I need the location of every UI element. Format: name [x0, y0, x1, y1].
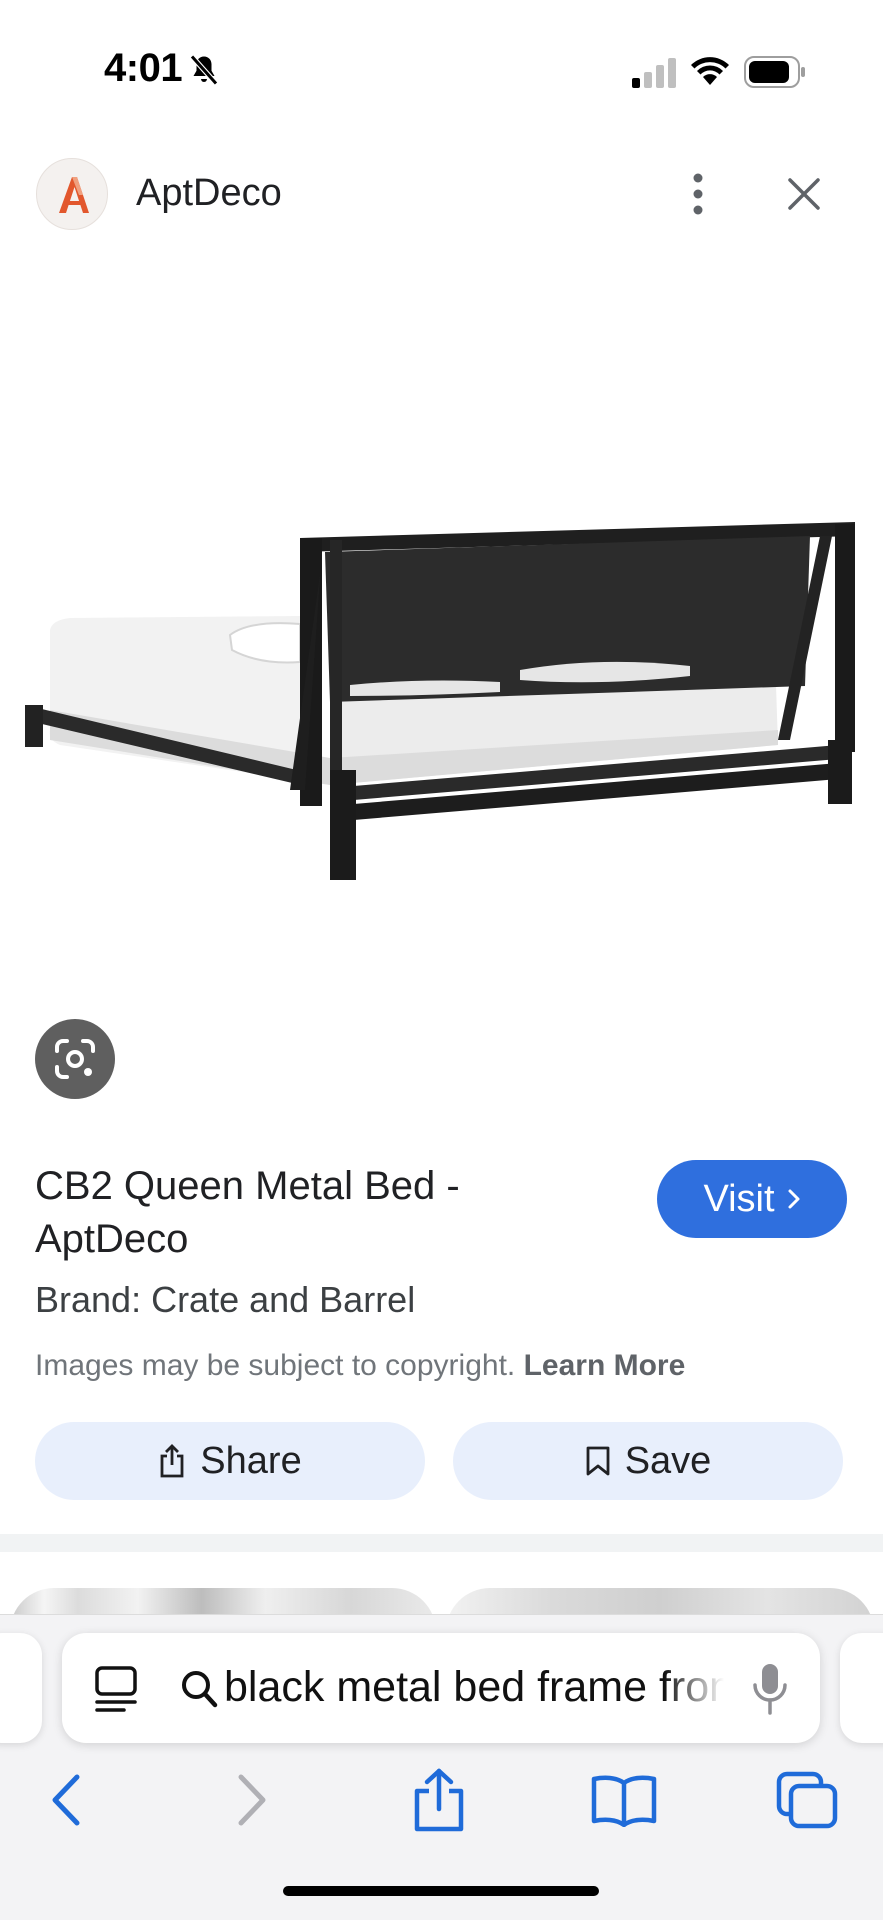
- learn-more-link[interactable]: Learn More: [524, 1349, 686, 1382]
- bell-slash-icon: [190, 54, 218, 86]
- result-header: AptDeco: [0, 150, 883, 240]
- google-lens-icon: [55, 1039, 95, 1079]
- cellular-signal-icon: [632, 58, 676, 88]
- browser-toolbar: black metal bed frame from crate and bar…: [0, 1614, 883, 1920]
- forward-icon: [238, 1774, 266, 1826]
- close-icon[interactable]: [784, 174, 824, 214]
- save-label: Save: [624, 1439, 712, 1482]
- bookmarks-button[interactable]: [586, 1765, 662, 1835]
- more-vertical-icon[interactable]: [680, 170, 716, 218]
- status-time: 4:01: [104, 46, 183, 90]
- battery-icon: [744, 56, 805, 88]
- share-label: Share: [200, 1439, 302, 1482]
- search-icon: [182, 1671, 218, 1708]
- forward-button[interactable]: [222, 1765, 282, 1835]
- product-title[interactable]: CB2 Queen Metal Bed - AptDeco: [35, 1160, 595, 1266]
- back-icon: [52, 1774, 80, 1826]
- chevron-right-icon: [788, 1189, 800, 1209]
- mic-icon[interactable]: [750, 1661, 790, 1717]
- previous-tab-preview[interactable]: [0, 1633, 42, 1743]
- bookmarks-icon: [591, 1775, 657, 1827]
- share-icon: [160, 1444, 184, 1478]
- brand-line: Brand: Crate and Barrel: [35, 1279, 416, 1320]
- copyright-text: Images may be subject to copyright.: [35, 1349, 516, 1382]
- address-text[interactable]: black metal bed frame from crate and bar…: [224, 1663, 724, 1712]
- visit-button[interactable]: Visit: [657, 1160, 847, 1238]
- home-indicator[interactable]: [283, 1886, 599, 1896]
- google-lens-button[interactable]: [35, 1019, 115, 1099]
- save-button[interactable]: Save: [453, 1422, 843, 1500]
- copyright-notice: Images may be subject to copyright. Lear…: [35, 1349, 685, 1383]
- status-bar: 4:01: [0, 0, 883, 120]
- share-page-button[interactable]: [404, 1765, 474, 1835]
- address-bar[interactable]: black metal bed frame from crate and bar…: [62, 1633, 820, 1743]
- aptdeco-logo-icon: [59, 177, 89, 213]
- share-button[interactable]: Share: [35, 1422, 425, 1500]
- next-tab-preview[interactable]: [840, 1633, 883, 1743]
- product-image[interactable]: [0, 440, 883, 900]
- visit-label: Visit: [703, 1177, 775, 1220]
- section-divider: [0, 1534, 883, 1552]
- back-button[interactable]: [36, 1765, 96, 1835]
- bookmark-icon: [586, 1446, 610, 1476]
- site-logo[interactable]: [36, 158, 108, 230]
- wifi-icon: [691, 57, 729, 85]
- tabs-button[interactable]: [772, 1765, 842, 1835]
- tabs-icon: [776, 1771, 838, 1829]
- site-name[interactable]: AptDeco: [136, 172, 282, 215]
- share-icon: [414, 1768, 464, 1832]
- reader-icon[interactable]: [94, 1665, 138, 1713]
